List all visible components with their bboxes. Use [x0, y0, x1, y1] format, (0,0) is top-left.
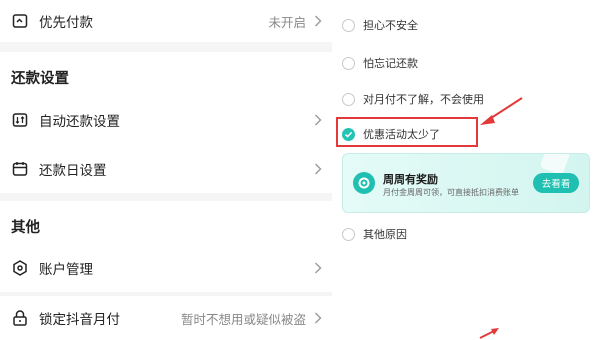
account-label: 账户管理 [39, 262, 93, 278]
auto-repay-row[interactable]: 自动还款设置 [0, 98, 332, 142]
other-section-title: 其他 [11, 220, 40, 236]
highlight-box [336, 117, 478, 147]
reason-label: 对月付不了解，不会使用 [363, 93, 484, 106]
promo-view-button[interactable]: 去看看 [533, 173, 579, 193]
clock-card-icon [11, 12, 29, 30]
repayment-section-title: 还款设置 [11, 71, 69, 87]
radio-button[interactable] [342, 92, 355, 106]
account-row[interactable]: 账户管理 [0, 246, 332, 290]
radio-button[interactable] [342, 227, 355, 241]
chevron-right-icon [315, 114, 322, 126]
repay-card-icon [11, 111, 29, 129]
lock-hint: 暂时不想用或疑似被盗 [180, 311, 306, 327]
reason-option[interactable]: 其他原因 [342, 226, 407, 242]
chevron-right-icon [315, 262, 322, 274]
shield-hex-icon [11, 259, 29, 277]
section-divider [0, 42, 332, 52]
chevron-right-icon [315, 163, 322, 175]
radio-button[interactable] [342, 56, 355, 70]
reward-icon [353, 172, 375, 194]
settings-panel: 优先付款 未开启 还款设置 自动还款设置 还款日设置 其他 账户管理 锁定抖音月… [0, 0, 332, 340]
promo-subtitle: 月付金周周可领，可直接抵扣消费账单 [383, 188, 519, 197]
priority-pay-label: 优先付款 [39, 15, 93, 31]
lock-icon [11, 309, 29, 327]
reason-label: 担心不安全 [363, 19, 418, 32]
auto-repay-label: 自动还款设置 [39, 114, 120, 130]
annotation-arrow-icon [479, 328, 499, 339]
priority-pay-row[interactable]: 优先付款 未开启 [0, 0, 332, 42]
reason-label: 其他原因 [363, 228, 407, 241]
repay-day-row[interactable]: 还款日设置 [0, 147, 332, 191]
chevron-right-icon [315, 312, 322, 324]
reason-option[interactable]: 怕忘记还款 [342, 55, 418, 71]
reason-option[interactable]: 担心不安全 [342, 17, 418, 33]
radio-button[interactable] [342, 18, 355, 32]
calendar-icon [11, 160, 29, 178]
lock-row[interactable]: 锁定抖音月付 暂时不想用或疑似被盗 [0, 296, 332, 340]
annotation-arrow-icon [480, 97, 523, 125]
lock-label: 锁定抖音月付 [39, 312, 120, 328]
chevron-right-icon [315, 15, 322, 27]
promo-title: 周周有奖励 [383, 173, 438, 186]
reason-label: 怕忘记还款 [363, 57, 418, 70]
reason-option[interactable]: 对月付不了解，不会使用 [342, 91, 484, 107]
repay-day-label: 还款日设置 [39, 163, 107, 179]
priority-pay-status: 未开启 [268, 14, 306, 30]
section-divider [0, 193, 332, 201]
promo-card[interactable]: 周周有奖励 月付金周周可领，可直接抵扣消费账单 去看看 [342, 153, 590, 213]
